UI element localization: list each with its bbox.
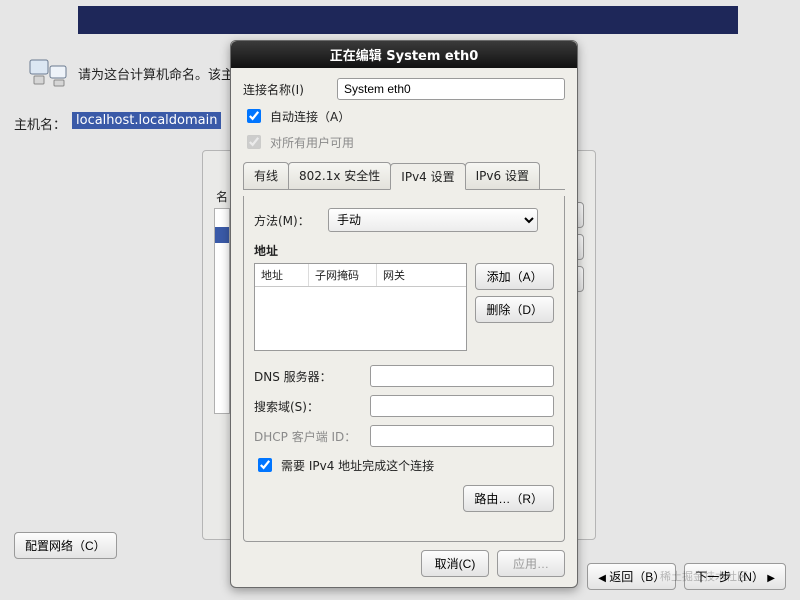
computer-icon	[28, 58, 68, 88]
autoconnect-checkbox-input[interactable]	[247, 109, 261, 123]
dialog-title: 正在编辑 System eth0	[231, 41, 577, 68]
connection-name-label: 连接名称(I)	[243, 81, 329, 98]
tab-wired[interactable]: 有线	[243, 162, 289, 189]
all-users-checkbox-input	[247, 135, 261, 149]
instruction-text: 请为这台计算机命名。该主…	[78, 64, 247, 83]
ipv4-tab-body: 方法(M)： 手动 地址 地址 子网掩码 网关 添加（	[243, 196, 565, 542]
delete-address-button[interactable]: 删除（D）	[475, 296, 554, 323]
search-domains-input[interactable]	[370, 395, 554, 417]
configure-network-button[interactable]: 配置网络（C）	[14, 532, 117, 559]
connection-name-input[interactable]	[337, 78, 565, 100]
all-users-label: 对所有用户可用	[270, 134, 354, 151]
autoconnect-label: 自动连接（A）	[270, 108, 350, 125]
hostname-label: 主机名：	[14, 114, 66, 133]
method-select[interactable]: 手动	[328, 208, 538, 232]
addresses-header: 地址	[254, 242, 554, 259]
tab-8021x[interactable]: 802.1x 安全性	[288, 162, 391, 189]
search-domains-label: 搜索域(S)：	[254, 398, 362, 415]
apply-button: 应用…	[497, 550, 565, 577]
routes-button[interactable]: 路由…（R）	[463, 485, 554, 512]
back-button[interactable]: ◀ 返回（B）	[587, 563, 676, 590]
require-ipv4-checkbox-input[interactable]	[258, 458, 272, 472]
method-label: 方法(M)：	[254, 212, 320, 229]
next-button[interactable]: 下一步（N） ▶	[684, 563, 786, 590]
col-netmask: 子网掩码	[309, 264, 377, 286]
top-banner	[78, 6, 738, 34]
cancel-button[interactable]: 取消(C)	[421, 550, 489, 577]
name-column-header: 名	[216, 188, 228, 205]
autoconnect-checkbox[interactable]: 自动连接（A）	[243, 106, 565, 126]
dhcp-client-id-input	[370, 425, 554, 447]
dhcp-client-id-label: DHCP 客户端 ID：	[254, 428, 362, 445]
all-users-checkbox: 对所有用户可用	[243, 132, 565, 152]
addresses-table[interactable]: 地址 子网掩码 网关	[254, 263, 467, 351]
connection-list[interactable]	[214, 208, 230, 414]
require-ipv4-checkbox[interactable]: 需要 IPv4 地址完成这个连接	[254, 455, 554, 475]
edit-connection-dialog: 正在编辑 System eth0 连接名称(I) 自动连接（A） 对所有用户可用…	[230, 40, 578, 588]
require-ipv4-label: 需要 IPv4 地址完成这个连接	[281, 457, 434, 474]
back-button-label: 返回（B）	[609, 570, 665, 584]
col-gateway: 网关	[377, 264, 466, 286]
tab-ipv4[interactable]: IPv4 设置	[390, 163, 465, 190]
col-address: 地址	[255, 264, 309, 286]
dns-label: DNS 服务器：	[254, 368, 362, 385]
tab-ipv6[interactable]: IPv6 设置	[465, 162, 540, 189]
add-address-button[interactable]: 添加（A）	[475, 263, 554, 290]
tab-bar: 有线 802.1x 安全性 IPv4 设置 IPv6 设置	[243, 162, 565, 190]
hostname-value[interactable]: localhost.localdomain	[72, 112, 221, 129]
next-button-label: 下一步（N）	[695, 570, 764, 584]
dns-input[interactable]	[370, 365, 554, 387]
